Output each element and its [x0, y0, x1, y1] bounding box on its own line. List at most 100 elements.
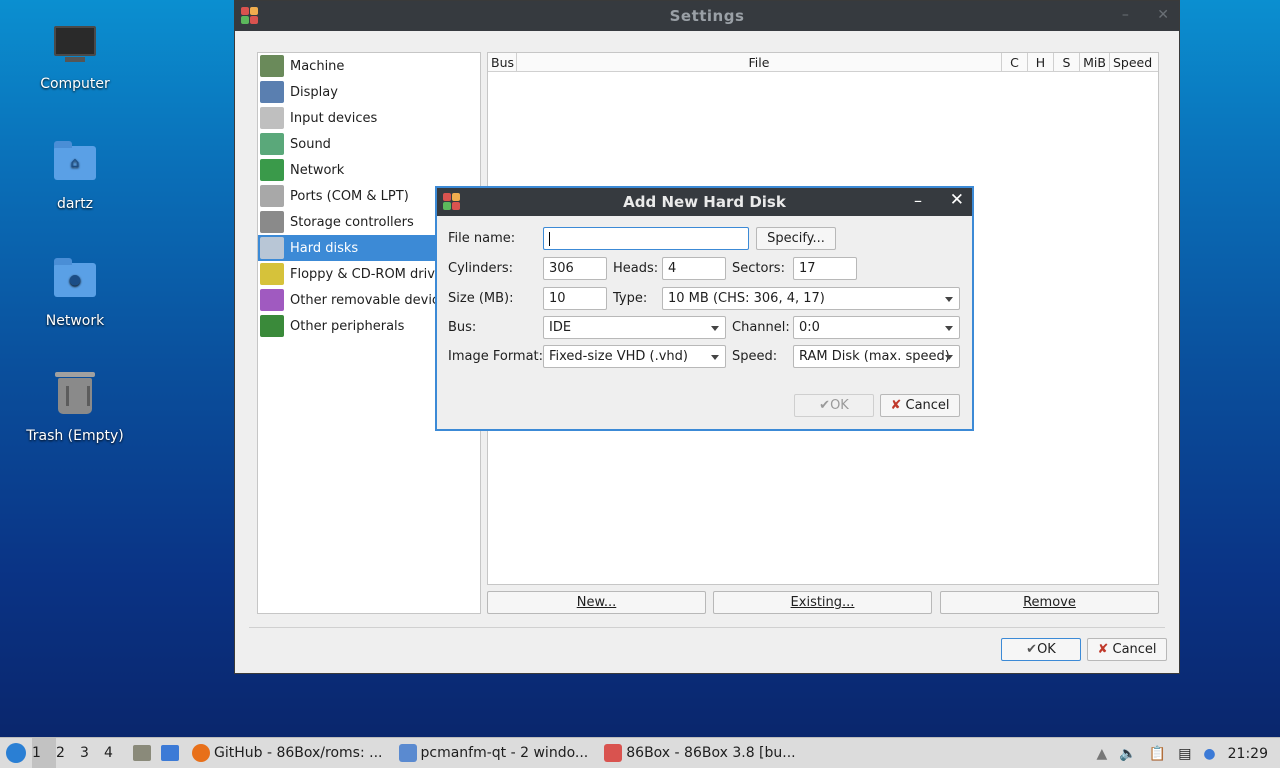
file-name-input[interactable]	[543, 227, 749, 250]
nav-item-label: Other peripherals	[290, 318, 405, 334]
sound-icon	[260, 133, 284, 155]
settings-titlebar[interactable]: Settings – ✕	[235, 1, 1179, 31]
nav-item-label: Floppy & CD-ROM drives	[290, 266, 450, 282]
task-86box[interactable]: 86Box - 86Box 3.8 [bu...	[596, 738, 803, 768]
new-disk-label: New...	[576, 595, 617, 610]
clipboard-icon[interactable]: 📋	[1149, 746, 1166, 762]
bus-select[interactable]: IDE	[543, 316, 726, 339]
text-caret	[549, 231, 550, 246]
chevron-down-icon	[945, 326, 953, 331]
column-header-speed[interactable]: Speed	[1110, 53, 1156, 71]
start-menu-button[interactable]	[0, 738, 32, 768]
file-manager-icon	[133, 745, 151, 761]
dialog-title: Add New Hard Disk	[623, 193, 786, 211]
task-label: 86Box - 86Box 3.8 [bu...	[626, 745, 796, 761]
cylinders-input[interactable]: 306	[543, 257, 607, 280]
type-label: Type:	[613, 291, 648, 306]
tray-arrow-icon[interactable]: ▲	[1097, 746, 1108, 762]
folder-icon	[398, 744, 417, 762]
channel-label: Channel:	[732, 320, 790, 335]
sectors-input[interactable]: 17	[793, 257, 857, 280]
nav-item-network[interactable]: Network	[258, 157, 480, 183]
settings-cancel-button[interactable]: ✘ Cancel	[1087, 638, 1167, 661]
peripherals-icon	[260, 315, 284, 337]
desktop-icon-network[interactable]: ● Network	[20, 257, 130, 329]
home-folder-icon: ⌂	[53, 141, 97, 190]
existing-disk-label: Existing...	[790, 595, 855, 610]
file-manager-launcher[interactable]	[128, 738, 156, 768]
channel-select[interactable]: 0:0	[793, 316, 960, 339]
remove-disk-button[interactable]: Remove	[940, 591, 1159, 614]
column-header-bus[interactable]: Bus	[488, 53, 517, 71]
system-tray: ▲ 🔈 📋 ▤ ● 21:29	[1097, 738, 1280, 768]
dialog-cancel-button[interactable]: ✘ Cancel	[880, 394, 960, 417]
workspace-4[interactable]: 4	[104, 738, 128, 768]
task-pcmanfm[interactable]: pcmanfm-qt - 2 windo...	[391, 738, 597, 768]
chevron-down-icon	[945, 297, 953, 302]
column-header-c[interactable]: C	[1002, 53, 1028, 71]
workspace-1[interactable]: 1	[32, 737, 56, 768]
trash-icon	[53, 372, 97, 422]
desktop-icon-home[interactable]: ⌂ dartz	[20, 140, 130, 212]
heads-input[interactable]: 4	[662, 257, 726, 280]
bus-value: IDE	[549, 320, 572, 335]
add-hard-disk-dialog: Add New Hard Disk – ✕ File name: Specify…	[435, 186, 974, 431]
machine-icon	[260, 55, 284, 77]
notification-icon[interactable]: ●	[1203, 746, 1215, 762]
display-icon	[260, 81, 284, 103]
removable-icon	[260, 289, 284, 311]
workspace-2[interactable]: 2	[56, 738, 80, 768]
nav-item-label: Ports (COM & LPT)	[290, 188, 409, 204]
nav-item-input-devices[interactable]: Input devices	[258, 105, 480, 131]
image-format-select[interactable]: Fixed-size VHD (.vhd)	[543, 345, 726, 368]
nav-item-machine[interactable]: Machine	[258, 53, 480, 79]
task-firefox[interactable]: GitHub - 86Box/roms: ...	[184, 738, 391, 768]
settings-ok-button[interactable]: ✔OK	[1001, 638, 1081, 661]
nav-item-label: Hard disks	[290, 240, 359, 256]
specify-button[interactable]: Specify...	[756, 227, 836, 250]
network-tray-icon[interactable]: ▤	[1178, 746, 1191, 762]
workspace-3[interactable]: 3	[80, 738, 104, 768]
close-icon[interactable]: ✕	[950, 190, 964, 210]
column-header-s[interactable]: S	[1054, 53, 1080, 71]
desktop-icon-trash[interactable]: Trash (Empty)	[20, 372, 130, 444]
settings-cancel-label: Cancel	[1112, 642, 1157, 657]
clock[interactable]: 21:29	[1228, 746, 1268, 762]
task-label: pcmanfm-qt - 2 windo...	[420, 745, 589, 761]
nav-item-sound[interactable]: Sound	[258, 131, 480, 157]
nav-item-label: Display	[290, 84, 338, 100]
speed-select[interactable]: RAM Disk (max. speed)	[793, 345, 960, 368]
desktop-icon-computer[interactable]: Computer	[20, 22, 130, 92]
settings-title: Settings	[669, 7, 745, 25]
desktop-icon-label: dartz	[56, 196, 94, 212]
column-header-h[interactable]: H	[1028, 53, 1054, 71]
type-value: 10 MB (CHS: 306, 4, 17)	[668, 291, 825, 306]
chevron-down-icon	[711, 355, 719, 360]
column-header-mib[interactable]: MiB	[1080, 53, 1110, 71]
size-input[interactable]: 10	[543, 287, 607, 310]
column-header-file[interactable]: File	[517, 53, 1002, 71]
show-desktop-launcher[interactable]	[156, 738, 184, 768]
firefox-icon	[192, 744, 210, 762]
volume-icon[interactable]: 🔈	[1119, 746, 1136, 762]
minimize-icon[interactable]: –	[914, 191, 922, 210]
dialog-ok-button[interactable]: ✔OK	[794, 394, 874, 417]
desktop-icon	[161, 745, 179, 761]
86box-app-icon	[604, 744, 623, 762]
nav-item-display[interactable]: Display	[258, 79, 480, 105]
minimize-icon[interactable]: –	[1122, 7, 1129, 23]
existing-disk-button[interactable]: Existing...	[713, 591, 932, 614]
chevron-down-icon	[945, 355, 953, 360]
storage-icon	[260, 211, 284, 233]
input-devices-icon	[260, 107, 284, 129]
size-label: Size (MB):	[448, 291, 514, 306]
table-header: Bus File C H S MiB Speed	[488, 53, 1158, 72]
remove-disk-label: Remove	[1023, 595, 1076, 610]
new-disk-button[interactable]: New...	[487, 591, 706, 614]
close-icon[interactable]: ✕	[1157, 7, 1169, 23]
file-name-label: File name:	[448, 231, 516, 246]
nav-item-label: Sound	[290, 136, 331, 152]
type-select[interactable]: 10 MB (CHS: 306, 4, 17)	[662, 287, 960, 310]
check-icon: ✔	[1026, 642, 1038, 657]
dialog-titlebar[interactable]: Add New Hard Disk – ✕	[437, 188, 972, 216]
